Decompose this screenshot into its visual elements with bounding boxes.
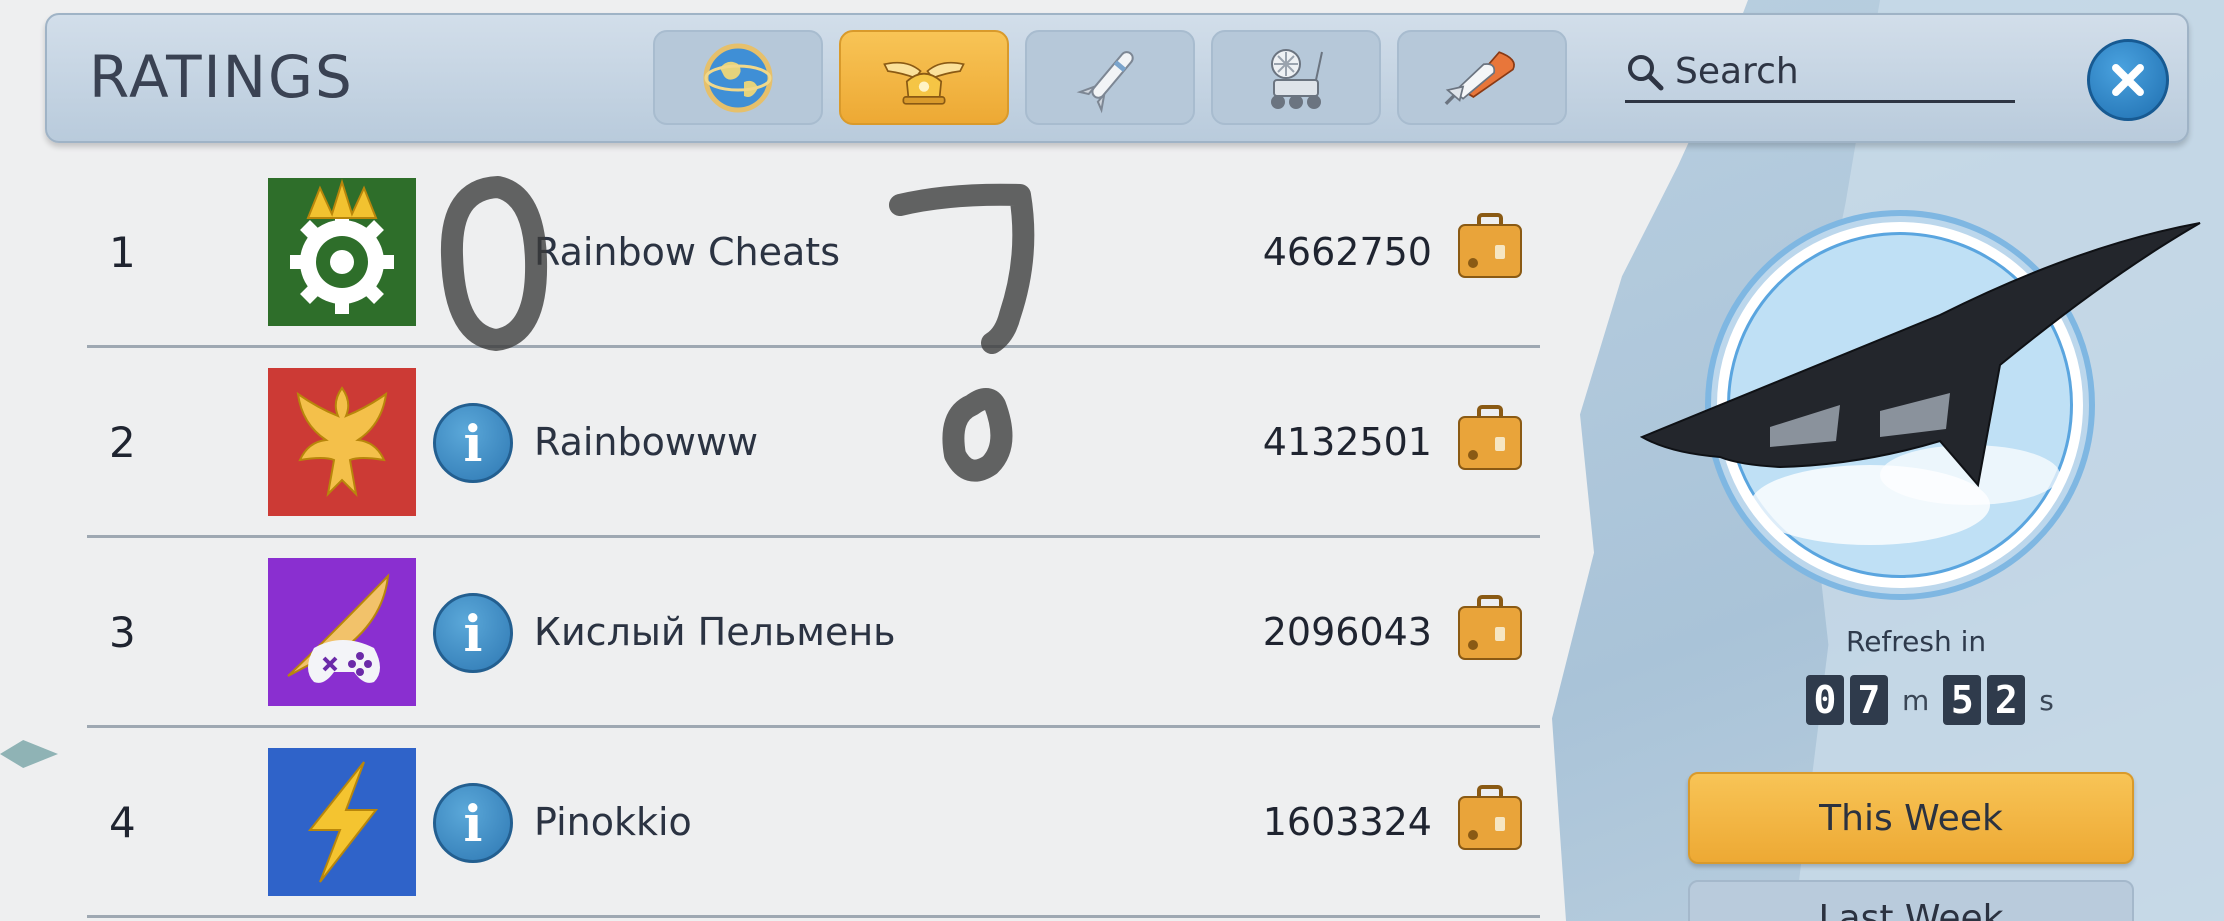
left-edge-arrow — [0, 740, 58, 768]
timer-digit: 5 — [1943, 675, 1982, 725]
page-title: RATINGS — [89, 43, 354, 111]
rank-number: 3 — [109, 608, 136, 657]
info-button[interactable]: i — [433, 593, 513, 673]
winged-helmet-icon — [883, 61, 965, 105]
refresh-countdown: 0 7 m 5 2 s — [1806, 675, 2062, 725]
rover-icon — [1271, 48, 1323, 109]
timer-digit: 2 — [1987, 675, 2026, 725]
space-shuttle-icon — [1444, 50, 1515, 105]
briefcase-icon[interactable] — [1455, 593, 1525, 663]
tab-globe[interactable] — [653, 30, 823, 125]
player-score: 4132501 — [1262, 420, 1432, 464]
info-button[interactable]: i — [433, 403, 513, 483]
info-icon: i — [463, 413, 483, 473]
rocket-icon — [1076, 50, 1134, 113]
leaderboard-row[interactable]: 1 Rainbow Cheats 4662750 — [87, 158, 1540, 348]
rank-number: 4 — [109, 798, 136, 847]
seconds-unit: s — [2039, 683, 2054, 717]
search-input[interactable] — [1675, 51, 2005, 92]
this-week-button[interactable]: This Week — [1688, 772, 2134, 864]
player-score: 2096043 — [1262, 610, 1432, 654]
timer-digit: 7 — [1850, 675, 1888, 725]
tab-space-shuttle[interactable] — [1397, 30, 1567, 125]
info-icon: i — [463, 793, 483, 853]
leaderboard-row[interactable]: 3 i Кислый Пельмень 2096043 — [87, 538, 1540, 728]
ratings-header: RATINGS — [45, 13, 2189, 143]
search-field[interactable] — [1625, 43, 2015, 103]
lightning-avatar — [268, 748, 416, 896]
briefcase-icon[interactable] — [1455, 403, 1525, 473]
rank-number: 2 — [109, 418, 136, 467]
gear-crown-avatar — [268, 178, 416, 326]
info-button[interactable]: i — [433, 783, 513, 863]
timer-digit: 0 — [1806, 675, 1844, 725]
info-icon: i — [463, 603, 483, 663]
briefcase-icon[interactable] — [1455, 211, 1525, 281]
briefcase-icon[interactable] — [1455, 783, 1525, 853]
leaderboard-row[interactable]: 4 i Pinokkio 1603324 — [87, 728, 1540, 918]
leaderboard-row[interactable]: 2 i Rainbowww 4132501 — [87, 348, 1540, 538]
refresh-label: Refresh in — [1846, 625, 1987, 658]
last-week-button[interactable]: Last Week — [1688, 880, 2134, 921]
aircraft-emblem — [1640, 210, 2201, 600]
player-name[interactable]: Rainbow Cheats — [534, 230, 840, 274]
minutes-unit: m — [1902, 683, 1930, 717]
player-name[interactable]: Кислый Пельмень — [534, 610, 896, 654]
tab-winged-helmet[interactable] — [839, 30, 1009, 125]
close-icon — [2112, 64, 2144, 96]
rank-number: 1 — [109, 228, 136, 277]
search-icon — [1628, 54, 1664, 90]
phoenix-avatar — [268, 368, 416, 516]
globe-icon — [703, 43, 773, 112]
player-name[interactable]: Rainbowww — [534, 420, 758, 464]
player-score: 1603324 — [1262, 800, 1432, 844]
close-button[interactable] — [2087, 39, 2169, 121]
player-name[interactable]: Pinokkio — [534, 800, 692, 844]
tab-rocket[interactable] — [1025, 30, 1195, 125]
player-score: 4662750 — [1262, 230, 1432, 274]
winged-gamepad-avatar — [268, 558, 416, 706]
tab-rover[interactable] — [1211, 30, 1381, 125]
